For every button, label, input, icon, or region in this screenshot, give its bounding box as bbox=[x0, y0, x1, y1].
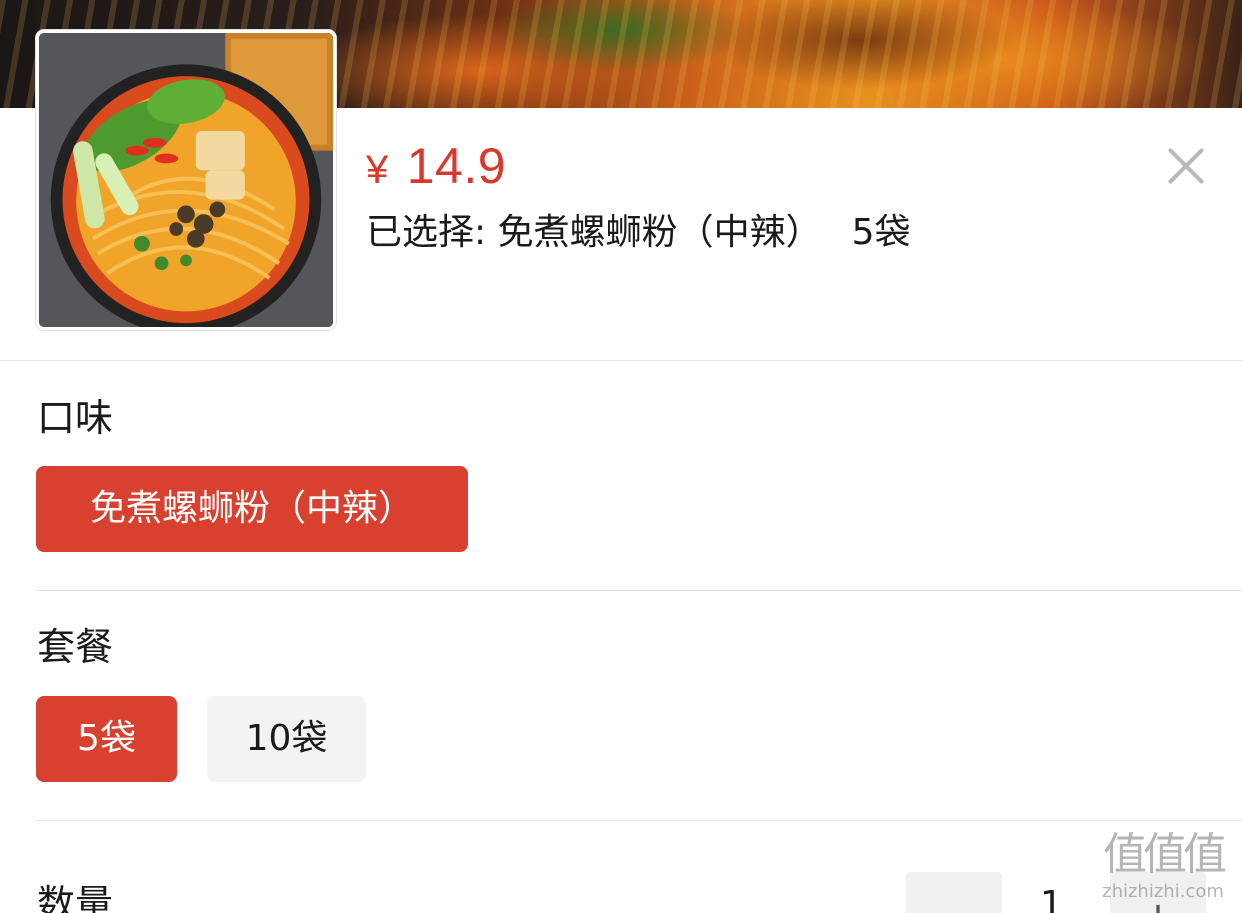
package-section-title: 套餐 bbox=[37, 625, 114, 669]
site-watermark: 值值值 zhizhizhi.com bbox=[1088, 828, 1238, 902]
flavor-section-title: 口味 bbox=[37, 396, 114, 440]
quantity-value: 1 bbox=[1040, 884, 1063, 913]
product-thumbnail[interactable] bbox=[36, 30, 336, 330]
package-divider bbox=[36, 820, 1242, 821]
quantity-section-title: 数量 bbox=[37, 882, 114, 913]
price-value: 14.9 bbox=[406, 138, 507, 194]
watermark-logo: 值值值 bbox=[1103, 829, 1227, 880]
selected-package-label: 5袋 bbox=[851, 212, 911, 253]
flavor-divider bbox=[36, 590, 1242, 591]
package-option-5-bags[interactable]: 5袋 bbox=[36, 696, 177, 782]
selected-flavor-label: 已选择: 免煮螺蛳粉（中辣） bbox=[366, 212, 822, 253]
selected-summary: 已选择: 免煮螺蛳粉（中辣） 5袋 bbox=[366, 210, 910, 256]
sku-selector-page: ¥14.9 已选择: 免煮螺蛳粉（中辣） 5袋 口味 免煮螺蛳粉（中辣） 套餐 5… bbox=[0, 0, 1242, 913]
package-option-10-bags[interactable]: 10袋 bbox=[207, 696, 366, 782]
header-divider bbox=[0, 360, 1242, 361]
minus-icon: − bbox=[906, 894, 1002, 913]
watermark-url: zhizhizhi.com bbox=[1102, 881, 1224, 902]
close-icon[interactable] bbox=[1160, 140, 1212, 192]
quantity-decrement-button[interactable]: − bbox=[906, 872, 1002, 913]
flavor-option-medium-spicy[interactable]: 免煮螺蛳粉（中辣） bbox=[36, 466, 468, 552]
noodle-bowl-image bbox=[39, 33, 333, 327]
currency-symbol: ¥ bbox=[366, 148, 389, 192]
product-price: ¥14.9 bbox=[366, 138, 506, 198]
